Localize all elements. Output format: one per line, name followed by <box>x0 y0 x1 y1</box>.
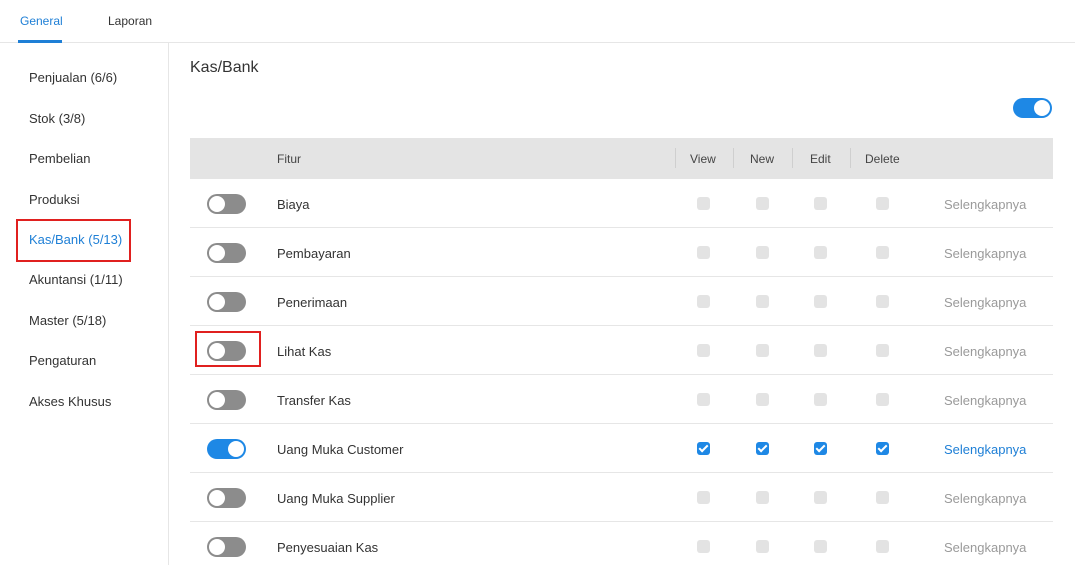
delete-checkbox[interactable] <box>876 246 889 259</box>
selengkapnya-link[interactable]: Selengkapnya <box>944 393 1026 408</box>
new-checkbox[interactable] <box>756 393 769 406</box>
table-row: Pembayaran Selengkapnya <box>190 228 1053 277</box>
feature-name: Uang Muka Customer <box>277 442 404 457</box>
edit-checkbox[interactable] <box>814 540 827 553</box>
toggle-knob <box>209 392 225 408</box>
table-row: Transfer Kas Selengkapnya <box>190 375 1053 424</box>
feature-name: Biaya <box>277 197 310 212</box>
sidebar-item-pengaturan[interactable]: Pengaturan <box>29 353 96 368</box>
view-checkbox[interactable] <box>697 393 710 406</box>
new-checkbox[interactable] <box>756 344 769 357</box>
toggle-knob <box>209 196 225 212</box>
view-checkbox[interactable] <box>697 295 710 308</box>
row-toggle-switch[interactable] <box>207 488 246 508</box>
master-toggle-switch[interactable] <box>1013 98 1052 118</box>
toggle-knob <box>228 441 244 457</box>
sidebar-item-pembelian[interactable]: Pembelian <box>29 151 90 166</box>
toggle-knob <box>209 245 225 261</box>
new-checkbox[interactable] <box>756 491 769 504</box>
new-checkbox[interactable] <box>756 295 769 308</box>
delete-checkbox[interactable] <box>876 344 889 357</box>
top-tab-bar: General Laporan <box>0 0 1075 43</box>
edit-checkbox[interactable] <box>814 393 827 406</box>
toggle-knob <box>1034 100 1050 116</box>
row-toggle-switch[interactable] <box>207 390 246 410</box>
row-toggle-switch[interactable] <box>207 341 246 361</box>
row-toggle-switch[interactable] <box>207 439 246 459</box>
selengkapnya-link[interactable]: Selengkapnya <box>944 295 1026 310</box>
column-divider <box>792 148 793 168</box>
toggle-knob <box>209 490 225 506</box>
sidebar-item-master[interactable]: Master (5/18) <box>29 313 106 328</box>
delete-checkbox[interactable] <box>876 295 889 308</box>
column-divider <box>850 148 851 168</box>
selengkapnya-link[interactable]: Selengkapnya <box>944 540 1026 555</box>
toggle-knob <box>209 539 225 555</box>
column-header-new: New <box>750 152 775 166</box>
delete-checkbox[interactable] <box>876 442 889 455</box>
feature-name: Penyesuaian Kas <box>277 540 379 555</box>
table-row: Penerimaan Selengkapnya <box>190 277 1053 326</box>
tab-laporan[interactable]: Laporan <box>108 14 152 28</box>
sidebar-item-produksi[interactable]: Produksi <box>29 192 80 207</box>
delete-checkbox[interactable] <box>876 491 889 504</box>
table-row: Lihat Kas Selengkapnya <box>190 326 1053 375</box>
selengkapnya-link[interactable]: Selengkapnya <box>944 197 1026 212</box>
row-toggle-switch[interactable] <box>207 537 246 557</box>
toggle-knob <box>209 294 225 310</box>
edit-checkbox[interactable] <box>814 197 827 210</box>
feature-name: Pembayaran <box>277 246 351 261</box>
edit-checkbox[interactable] <box>814 246 827 259</box>
new-checkbox[interactable] <box>756 197 769 210</box>
toggle-knob <box>209 343 225 359</box>
table-row: Biaya Selengkapnya <box>190 179 1053 228</box>
column-header-edit: Edit <box>810 152 831 166</box>
selengkapnya-link[interactable]: Selengkapnya <box>944 442 1026 457</box>
column-divider <box>675 148 676 168</box>
view-checkbox[interactable] <box>697 491 710 504</box>
row-toggle-switch[interactable] <box>207 194 246 214</box>
master-toggle[interactable] <box>1013 98 1052 123</box>
table-row: Uang Muka Supplier Selengkapnya <box>190 473 1053 522</box>
row-toggle-switch[interactable] <box>207 243 246 263</box>
delete-checkbox[interactable] <box>876 393 889 406</box>
view-checkbox[interactable] <box>697 442 710 455</box>
sidebar: Penjualan (6/6) Stok (3/8) Pembelian Pro… <box>0 43 169 565</box>
view-checkbox[interactable] <box>697 197 710 210</box>
feature-name: Penerimaan <box>277 295 348 310</box>
selengkapnya-link[interactable]: Selengkapnya <box>944 491 1026 506</box>
sidebar-item-stok[interactable]: Stok (3/8) <box>29 111 85 126</box>
edit-checkbox[interactable] <box>814 344 827 357</box>
sidebar-item-kas-bank[interactable]: Kas/Bank (5/13) <box>29 232 122 247</box>
column-divider <box>733 148 734 168</box>
new-checkbox[interactable] <box>756 442 769 455</box>
table-row: Uang Muka Customer Selengkapnya <box>190 424 1053 473</box>
edit-checkbox[interactable] <box>814 442 827 455</box>
new-checkbox[interactable] <box>756 246 769 259</box>
selengkapnya-link[interactable]: Selengkapnya <box>944 246 1026 261</box>
sidebar-item-akuntansi[interactable]: Akuntansi (1/11) <box>29 272 123 287</box>
sidebar-item-akses-khusus[interactable]: Akses Khusus <box>29 394 111 409</box>
feature-name: Transfer Kas <box>277 393 351 408</box>
delete-checkbox[interactable] <box>876 197 889 210</box>
tab-general[interactable]: General <box>20 14 63 28</box>
table-row: Penyesuaian Kas Selengkapnya <box>190 522 1053 565</box>
delete-checkbox[interactable] <box>876 540 889 553</box>
column-header-view: View <box>690 152 716 166</box>
column-header-fitur: Fitur <box>277 152 301 166</box>
view-checkbox[interactable] <box>697 246 710 259</box>
edit-checkbox[interactable] <box>814 295 827 308</box>
edit-checkbox[interactable] <box>814 491 827 504</box>
new-checkbox[interactable] <box>756 540 769 553</box>
table-header: Fitur View New Edit Delete <box>190 138 1053 179</box>
view-checkbox[interactable] <box>697 540 710 553</box>
column-header-delete: Delete <box>865 152 900 166</box>
view-checkbox[interactable] <box>697 344 710 357</box>
sidebar-item-penjualan[interactable]: Penjualan (6/6) <box>29 70 117 85</box>
selengkapnya-link[interactable]: Selengkapnya <box>944 344 1026 359</box>
feature-name: Uang Muka Supplier <box>277 491 395 506</box>
row-toggle-switch[interactable] <box>207 292 246 312</box>
page-title: Kas/Bank <box>190 59 259 76</box>
feature-name: Lihat Kas <box>277 344 332 359</box>
